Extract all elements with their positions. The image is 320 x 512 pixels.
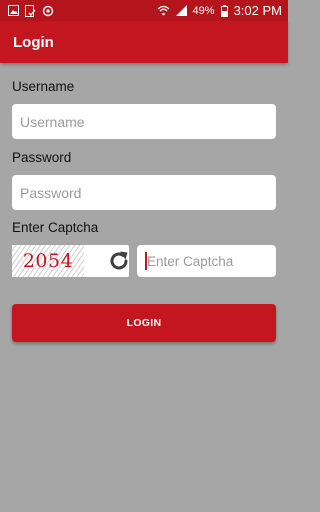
status-time: 3:02 PM xyxy=(233,3,282,18)
sync-icon xyxy=(42,5,54,17)
file-check-icon xyxy=(25,4,36,17)
status-left-icons xyxy=(8,4,54,17)
page-title: Login xyxy=(13,33,54,51)
gallery-icon xyxy=(8,5,19,16)
captcha-label: Enter Captcha xyxy=(12,220,99,235)
status-bar: 49% 3:02 PM xyxy=(0,0,288,21)
captcha-image: 2054 xyxy=(12,245,84,277)
battery-percent: 49% xyxy=(192,4,215,17)
text-cursor xyxy=(145,252,147,270)
signal-icon xyxy=(175,5,187,16)
captcha-code: 2054 xyxy=(22,250,74,272)
wifi-icon xyxy=(157,5,170,16)
login-button[interactable]: LOGIN xyxy=(12,304,276,342)
username-input[interactable] xyxy=(12,104,276,139)
battery-icon xyxy=(220,4,228,17)
captcha-input[interactable] xyxy=(137,245,276,277)
refresh-icon xyxy=(110,251,128,270)
captcha-box: 2054 xyxy=(12,245,129,277)
password-input[interactable] xyxy=(12,175,276,210)
password-label: Password xyxy=(12,150,72,165)
app-bar: Login xyxy=(0,21,288,63)
status-right-icons: 49% 3:02 PM xyxy=(157,3,282,18)
refresh-captcha-button[interactable] xyxy=(106,248,132,274)
username-label: Username xyxy=(12,79,75,94)
